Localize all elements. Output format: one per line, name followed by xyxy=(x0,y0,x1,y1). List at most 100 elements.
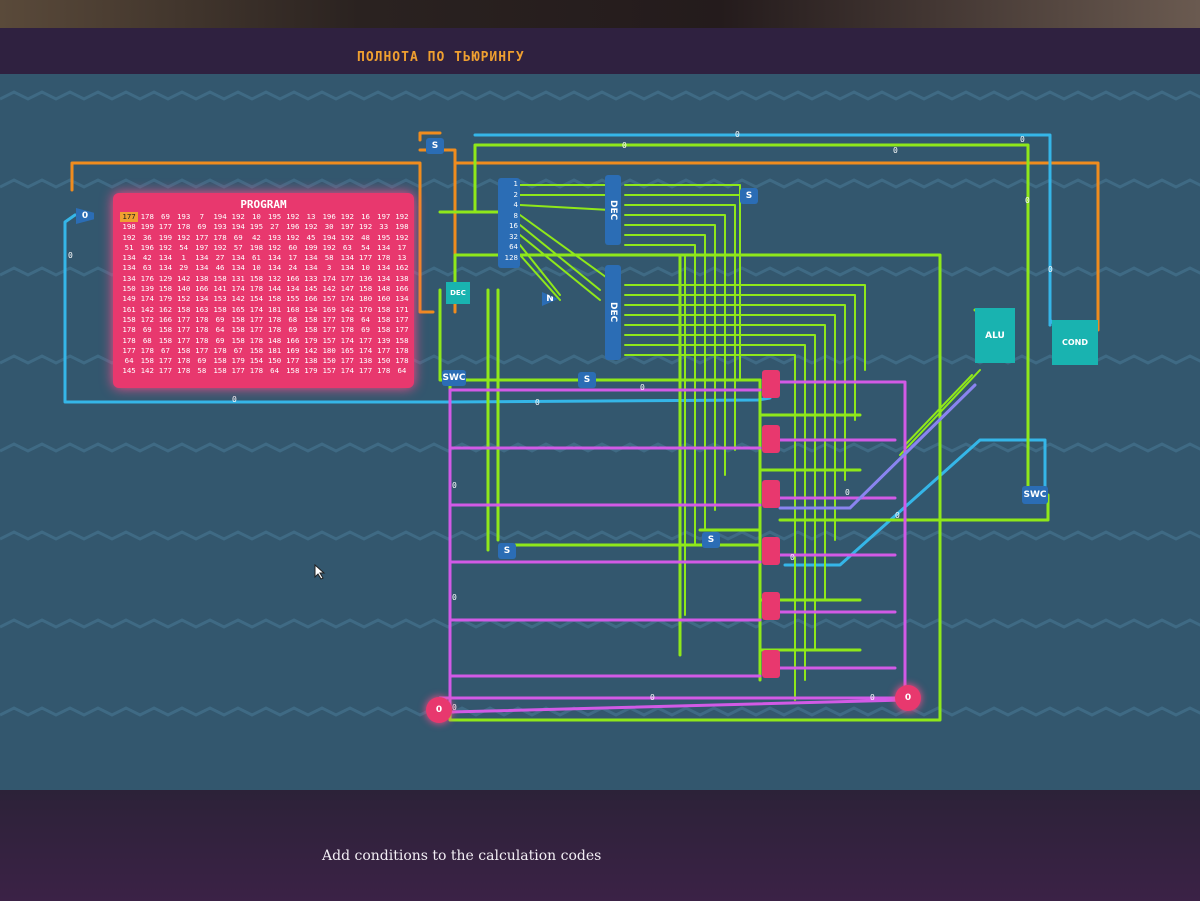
program-cell: 69 xyxy=(215,314,225,324)
program-cell: 61 xyxy=(251,253,261,263)
program-cell: 177 xyxy=(395,314,409,324)
program-cell: 42 xyxy=(251,232,261,242)
alu-label: ALU xyxy=(985,330,1005,341)
program-cell: 152 xyxy=(176,294,191,304)
save-component-right[interactable]: S xyxy=(740,188,758,204)
program-cell: 140 xyxy=(176,284,191,294)
output-left-value: 0 xyxy=(435,705,443,715)
program-cell: 64 xyxy=(361,314,370,324)
program-cell: 142 xyxy=(340,304,355,314)
program-cell: 192 xyxy=(304,222,318,232)
program-cell: 150 xyxy=(322,356,336,366)
program-cell: 192 xyxy=(286,212,300,221)
program-cell: 158 xyxy=(377,325,391,335)
program-cell: 3 xyxy=(326,263,332,273)
program-cell: 158 xyxy=(231,314,245,324)
program-cell: 174 xyxy=(322,273,336,283)
program-cell: 129 xyxy=(158,273,173,283)
program-cell: 193 xyxy=(213,222,227,232)
program-cell: 192 xyxy=(122,232,136,242)
program-cell: 134 xyxy=(377,273,391,283)
program-cell: 171 xyxy=(395,304,409,314)
program-cell: 142 xyxy=(322,284,336,294)
program-cell: 51 xyxy=(124,242,134,252)
decoder-upper[interactable]: DEC xyxy=(605,175,621,245)
program-cell: 136 xyxy=(358,273,373,283)
program-cell: 196 xyxy=(140,242,154,252)
program-cell: 134 xyxy=(158,253,173,263)
save-label-mid: S xyxy=(583,375,591,385)
register[interactable] xyxy=(762,370,780,398)
program-cell: 177 xyxy=(176,335,191,345)
program-cell: 194 xyxy=(213,212,227,221)
program-cell: 147 xyxy=(340,284,355,294)
program-cell: 157 xyxy=(322,294,336,304)
program-cell: 132 xyxy=(267,273,282,283)
program-cell: 192 xyxy=(176,232,191,242)
program-cell: 177 xyxy=(120,212,139,223)
program-cell: 178 xyxy=(195,314,209,324)
program-cell: 158 xyxy=(358,284,373,294)
program-cell: 158 xyxy=(158,335,173,345)
program-cell: 166 xyxy=(286,273,300,283)
cond-label: COND xyxy=(1061,338,1088,347)
program-cell: 163 xyxy=(195,304,209,314)
save-label-lower: S xyxy=(503,546,511,556)
decoder-small[interactable]: DEC xyxy=(446,282,470,304)
program-cell: 177 xyxy=(176,314,191,324)
program-cell: 177 xyxy=(286,356,300,366)
program-cell: 145 xyxy=(122,366,136,376)
program-cell: 161 xyxy=(122,304,136,314)
save-component-lower[interactable]: S xyxy=(498,543,516,559)
program-cell: 178 xyxy=(340,314,355,324)
program-cell: 134 xyxy=(122,273,136,283)
program-cell: 150 xyxy=(377,356,391,366)
register[interactable] xyxy=(762,425,780,453)
program-cell: 42 xyxy=(142,253,152,263)
program-cell: 157 xyxy=(322,335,336,345)
bit-label: 2 xyxy=(513,190,518,199)
program-cell: 134 xyxy=(122,263,136,273)
switch-right[interactable]: SWC xyxy=(1022,486,1048,504)
program-cell: 194 xyxy=(231,222,245,232)
switch-left[interactable]: SWC xyxy=(442,370,466,386)
register[interactable] xyxy=(762,480,780,508)
program-cell: 142 xyxy=(231,294,245,304)
program-memory[interactable]: PROGRAM 177 178 69 193 7 194 192 10 195 192 13 196 1… xyxy=(113,193,414,388)
output-right[interactable]: 0 xyxy=(895,685,921,711)
save-component-lower-right[interactable]: S xyxy=(702,532,720,548)
register[interactable] xyxy=(762,592,780,620)
cond-component[interactable]: COND xyxy=(1052,320,1098,365)
program-cell: 177 xyxy=(176,325,191,335)
circuit-board[interactable] xyxy=(0,74,1200,790)
program-cell: 67 xyxy=(233,345,243,355)
program-cell: 195 xyxy=(267,212,282,221)
program-cell: 67 xyxy=(161,345,170,355)
decoder-lower[interactable]: DEC xyxy=(605,265,621,360)
program-cell: 13 xyxy=(397,253,407,263)
program-cell: 177 xyxy=(158,366,173,376)
program-cell: 192 xyxy=(322,242,336,252)
program-cell: 158 xyxy=(158,325,173,335)
register[interactable] xyxy=(762,537,780,565)
program-cell: 178 xyxy=(122,325,136,335)
alu-component[interactable]: ALU xyxy=(975,308,1015,363)
program-cell: 174 xyxy=(140,294,154,304)
program-cell: 180 xyxy=(358,294,373,304)
save-component-top[interactable]: S xyxy=(426,138,444,154)
program-cell: 158 xyxy=(140,356,154,366)
program-cell: 181 xyxy=(267,304,282,314)
program-cell: 157 xyxy=(322,366,336,376)
program-cell: 158 xyxy=(213,356,227,366)
program-cell: 195 xyxy=(249,222,264,232)
program-cell: 134 xyxy=(195,294,209,304)
program-cell: 134 xyxy=(231,253,245,263)
save-component-mid[interactable]: S xyxy=(578,372,596,388)
program-cell: 177 xyxy=(322,325,336,335)
program-cell: 142 xyxy=(304,345,318,355)
program-cell: 177 xyxy=(395,325,409,335)
program-cell: 178 xyxy=(267,325,282,335)
output-left[interactable]: 0 xyxy=(426,697,452,723)
register[interactable] xyxy=(762,650,780,678)
program-cell: 36 xyxy=(142,232,152,242)
